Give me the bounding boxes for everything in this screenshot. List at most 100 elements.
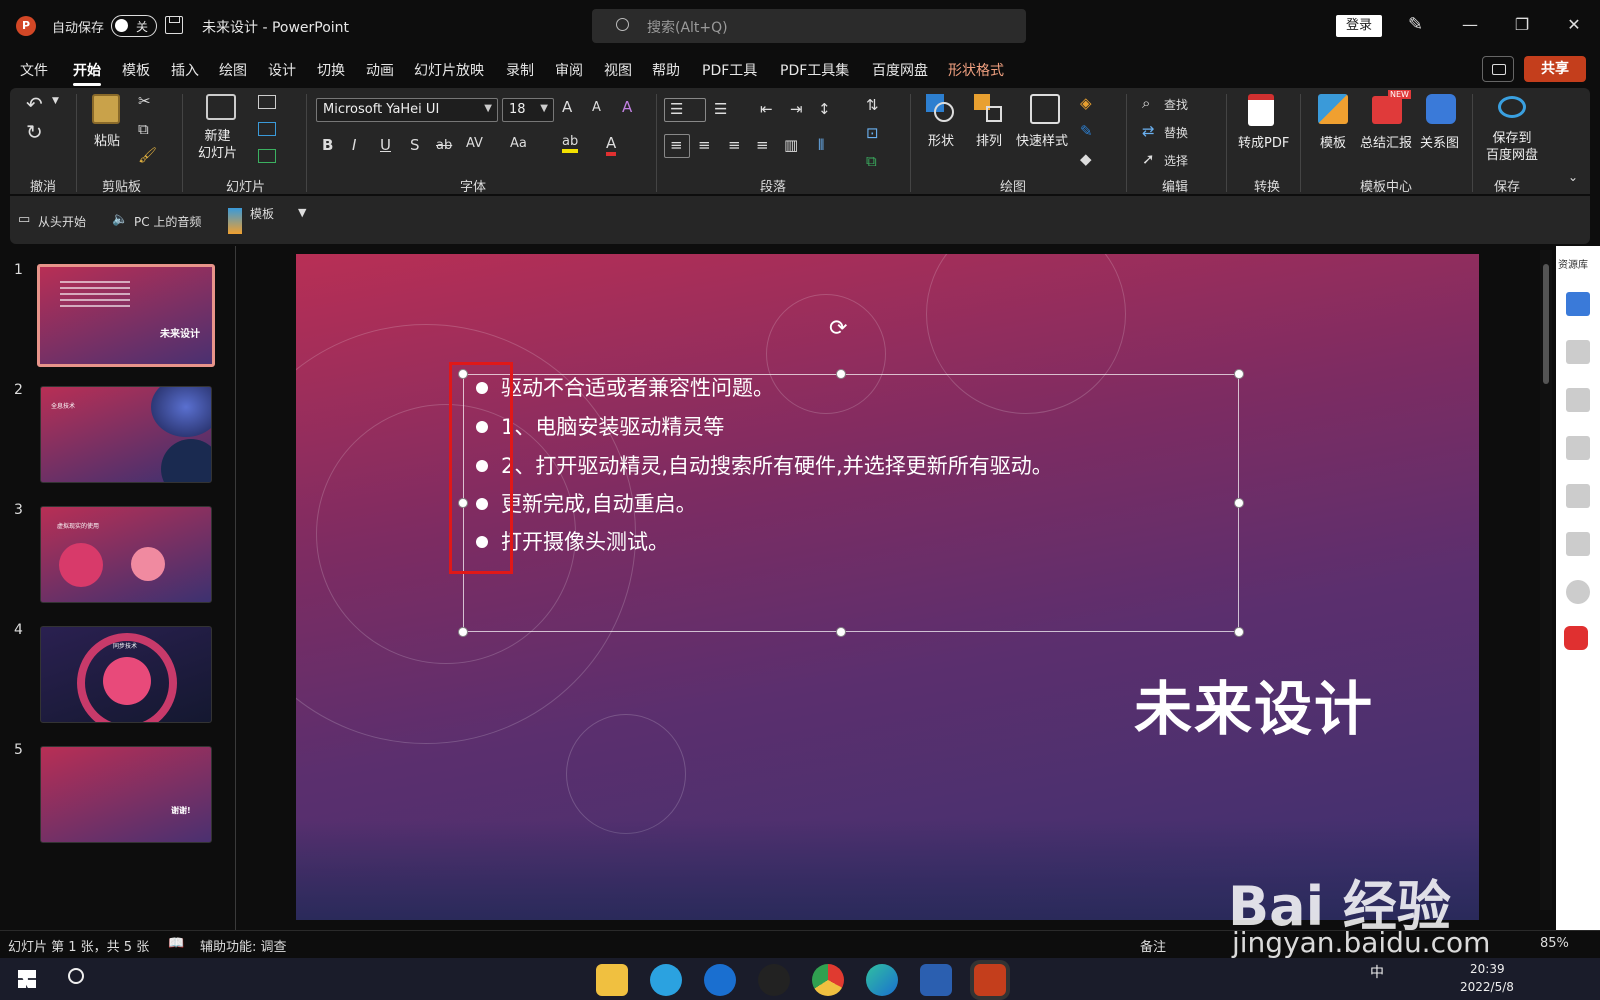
summary-report-icon[interactable] (1372, 96, 1402, 124)
summary-report-button[interactable]: 总结汇报 (1360, 132, 1412, 151)
qq-icon[interactable] (758, 964, 790, 996)
zoom-level[interactable]: 85% (1540, 936, 1569, 951)
change-case-icon[interactable]: Aa (510, 136, 527, 151)
accessibility-status[interactable]: 辅助功能: 调查 (200, 936, 287, 955)
resource-item-icon[interactable] (1566, 340, 1590, 364)
search-icon[interactable] (68, 968, 84, 984)
powerpoint-taskbar-icon[interactable] (974, 964, 1006, 996)
bullet-item[interactable]: 1、电脑安装驱动精灵等 (475, 411, 724, 441)
arrange-icon[interactable] (974, 94, 1004, 124)
numbering-icon[interactable]: ☰ (714, 100, 727, 118)
paste-icon[interactable] (92, 94, 120, 124)
tab-0[interactable]: 文件 (20, 60, 48, 80)
resize-handle[interactable] (1234, 498, 1244, 508)
tab-5[interactable]: 设计 (268, 60, 296, 80)
close-button[interactable]: ✕ (1554, 10, 1594, 40)
convert-pdf-button[interactable]: 转成PDF (1238, 132, 1289, 151)
underline-icon[interactable]: U (380, 136, 391, 154)
file-explorer-icon[interactable] (596, 964, 628, 996)
from-start-button[interactable]: 从头开始 (38, 213, 86, 230)
spellcheck-icon[interactable]: 📖 (168, 936, 184, 951)
minimize-button[interactable]: — (1450, 10, 1490, 40)
rotate-handle-icon[interactable]: ⟳ (829, 316, 847, 341)
bullet-item[interactable]: 更新完成,自动重启。 (476, 488, 697, 518)
resource-item-icon[interactable] (1566, 388, 1590, 412)
shadow-icon[interactable]: S (410, 136, 420, 154)
text-direction-icon[interactable]: ⇅ (866, 96, 879, 114)
resize-handle[interactable] (1234, 627, 1244, 637)
copy-icon[interactable]: ⧉ (138, 120, 149, 138)
edge-icon[interactable] (866, 964, 898, 996)
clock-time[interactable]: 20:39 (1470, 962, 1505, 976)
clear-format-icon[interactable]: A (622, 98, 632, 116)
format-painter-icon[interactable]: 🖌 (138, 146, 157, 164)
find-button[interactable]: 查找 (1164, 96, 1188, 113)
relation-diagram-button[interactable]: 关系图 (1420, 132, 1459, 151)
template-button[interactable]: 模板 (1320, 132, 1346, 151)
shapes-button[interactable]: 形状 (928, 130, 954, 149)
slide-canvas[interactable]: ⟳ 驱动不合适或者兼容性问题。 1、电脑安装驱动精灵等 2、打开驱动精灵,自动搜… (296, 254, 1479, 920)
word-icon[interactable] (920, 964, 952, 996)
tab-11[interactable]: 视图 (604, 60, 632, 80)
notes-button[interactable]: 备注 (1140, 936, 1166, 955)
bullets-button[interactable]: ☰ (664, 98, 706, 122)
align-left-button[interactable]: ≡ (664, 134, 690, 158)
line-spacing-icon[interactable]: ↕ (818, 100, 831, 118)
font-size-select[interactable]: 18 ▼ (502, 98, 554, 122)
shrink-font-icon[interactable]: A (592, 100, 601, 115)
resource-item-icon[interactable] (1566, 436, 1590, 460)
align-right-icon[interactable]: ≡ (728, 136, 741, 154)
resize-handle[interactable] (836, 369, 846, 379)
new-slide-icon[interactable] (206, 94, 236, 120)
tab-7[interactable]: 动画 (366, 60, 394, 80)
tab-12[interactable]: 帮助 (652, 60, 680, 80)
qat-template-button[interactable]: 模板 (250, 205, 274, 222)
section-icon[interactable] (258, 149, 276, 163)
resize-handle[interactable] (1234, 369, 1244, 379)
save-icon[interactable] (165, 16, 183, 34)
search-input[interactable]: 搜索(Alt+Q) (592, 9, 1026, 43)
bullet-item[interactable]: 驱动不合适或者兼容性问题。 (476, 372, 774, 402)
smartart-icon[interactable]: ⧉ (866, 152, 877, 170)
font-name-select[interactable]: Microsoft YaHei UI ▼ (316, 98, 498, 122)
comments-button[interactable] (1482, 56, 1514, 82)
share-button[interactable]: 共享 (1524, 56, 1586, 82)
slide-thumbnail-5[interactable]: 谢谢! (40, 746, 212, 843)
pc-audio-button[interactable]: PC 上的音频 (134, 213, 201, 230)
search-app-icon[interactable] (704, 964, 736, 996)
undo-icon[interactable]: ↶ (26, 92, 43, 116)
new-slide-button[interactable]: 新建 幻灯片 (198, 128, 237, 162)
shape-fill-icon[interactable]: ◈ (1080, 94, 1092, 112)
resource-item-icon[interactable] (1566, 484, 1590, 508)
more-icon[interactable] (1566, 580, 1590, 604)
save-to-baidu-button[interactable]: 保存到 百度网盘 (1486, 130, 1538, 164)
pen-icon[interactable]: ✎ (1408, 14, 1423, 35)
strikethrough-icon[interactable]: ab (436, 138, 452, 153)
slide-thumbnail-3[interactable]: 虚拟现实的使用 (40, 506, 212, 603)
bullet-item[interactable]: 2、打开驱动精灵,自动搜索所有硬件,并选择更新所有驱动。 (476, 450, 1053, 480)
template-icon[interactable] (1318, 94, 1348, 124)
align-text-icon[interactable]: ⊡ (866, 124, 879, 142)
grow-font-icon[interactable]: A (562, 98, 572, 116)
tab-14[interactable]: PDF工具集 (780, 60, 849, 80)
slide-thumbnail-4[interactable]: 同步技术 (40, 626, 212, 723)
scrollbar-thumb[interactable] (1543, 264, 1549, 384)
slide-thumbnail-2[interactable]: 全息技术 (40, 386, 212, 483)
resource-library-label[interactable]: 资源库 (1558, 256, 1588, 271)
tab-10[interactable]: 审阅 (555, 60, 583, 80)
layout-icon[interactable] (258, 95, 276, 109)
baidu-netdisk-icon[interactable] (1498, 96, 1526, 118)
character-spacing-icon[interactable]: AV (466, 136, 483, 151)
autosave-toggle[interactable]: 关 (111, 15, 157, 37)
tab-16[interactable]: 形状格式 (948, 60, 1004, 80)
shapes-icon[interactable] (926, 94, 954, 122)
shape-outline-icon[interactable]: ✎ (1080, 122, 1093, 140)
login-button[interactable]: 登录 (1336, 15, 1382, 37)
quick-styles-icon[interactable] (1030, 94, 1060, 124)
cut-icon[interactable]: ✂ (138, 92, 151, 110)
quick-styles-button[interactable]: 快速样式 (1016, 130, 1068, 149)
chrome-icon[interactable] (812, 964, 844, 996)
vertical-scrollbar[interactable] (1540, 250, 1552, 910)
shape-effects-icon[interactable]: ◆ (1080, 150, 1092, 168)
resource-item-icon[interactable] (1566, 532, 1590, 556)
